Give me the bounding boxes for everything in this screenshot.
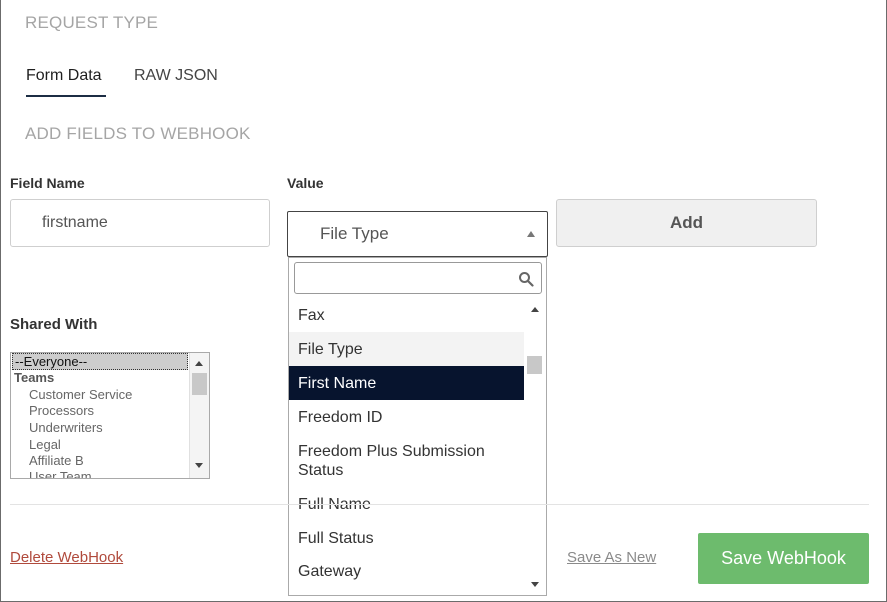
dropdown-search-input[interactable] [294,262,542,294]
scroll-down-icon[interactable] [531,582,539,587]
request-type-title: REQUEST TYPE [25,13,159,32]
listbox-option[interactable]: Processors [12,403,94,420]
delete-webhook-link[interactable]: Delete WebHook [10,549,123,566]
save-webhook-button[interactable]: Save WebHook [698,533,869,584]
dropdown-option-list: Fax File Type First Name Freedom ID Free… [289,298,546,595]
option-label: File Type [298,340,363,358]
tab-form-data[interactable]: Form Data [26,67,102,85]
chevron-up-icon [527,231,535,237]
listbox-option[interactable]: Affiliate B [12,453,84,470]
save-webhook-label: Save WebHook [721,548,846,568]
listbox-option[interactable]: User Team [12,469,92,478]
option-freedom-plus-submission-status[interactable]: Freedom Plus Submission Status [289,435,519,487]
scroll-up-icon[interactable] [531,307,539,312]
webhook-form-frame: REQUEST TYPE Form Data RAW JSON ADD FIEL… [0,0,887,602]
option-file-type[interactable]: File Type [289,332,524,366]
listbox-option[interactable]: Underwriters [12,420,103,437]
option-freedom-id[interactable]: Freedom ID [289,400,524,434]
option-label: Freedom Plus Submission Status [298,443,485,479]
dropdown-scrollbar[interactable] [525,298,546,595]
value-select[interactable]: File Type [287,211,548,257]
option-fax[interactable]: Fax [289,298,524,332]
listbox-option[interactable]: Customer Service [12,387,132,404]
add-fields-title: ADD FIELDS TO WEBHOOK [25,124,251,143]
listbox-option[interactable]: Legal [12,437,61,454]
field-name-input[interactable]: firstname [10,199,270,247]
option-label: Freedom ID [298,408,383,426]
option-gateway[interactable]: Gateway [289,554,524,588]
shared-with-listbox[interactable]: --Everyone-- Teams Customer Service Proc… [10,352,210,479]
scroll-up-icon[interactable] [195,361,203,366]
option-label: First Name [298,374,377,392]
listbox-scrollbar[interactable] [189,353,209,478]
value-dropdown: Fax File Type First Name Freedom ID Free… [288,257,547,596]
option-full-status[interactable]: Full Status [289,521,524,555]
dropdown-scroll-thumb[interactable] [527,356,542,374]
save-as-new-link[interactable]: Save As New [567,549,656,566]
option-first-name[interactable]: First Name [289,366,524,400]
shared-with-label: Shared With [10,316,98,333]
option-label: Full Status [298,529,374,547]
value-select-current: File Type [320,224,389,243]
scroll-down-icon[interactable] [195,463,203,468]
listbox-option-everyone[interactable]: --Everyone-- [12,353,188,370]
field-name-value: firstname [42,214,108,231]
tab-raw-json[interactable]: RAW JSON [134,67,218,85]
add-button[interactable]: Add [556,199,817,247]
value-label: Value [287,175,324,191]
active-tab-underline [26,95,106,97]
footer-divider [10,504,869,505]
listbox-group-teams: Teams [14,370,55,385]
option-label: Fax [298,306,325,324]
field-name-label: Field Name [10,175,85,191]
option-label: Gateway [298,562,362,580]
add-button-label: Add [669,213,704,232]
listbox-scroll-thumb[interactable] [192,373,207,395]
search-icon [519,272,534,287]
